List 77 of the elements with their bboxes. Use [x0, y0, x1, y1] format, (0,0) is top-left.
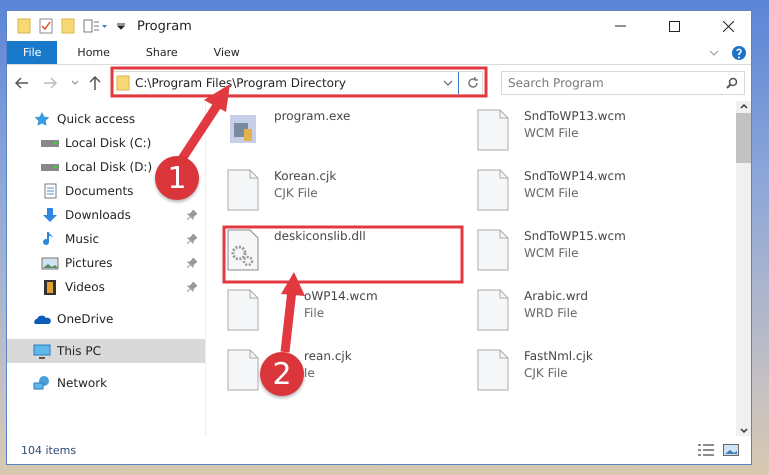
back-arrow-icon[interactable] [15, 77, 29, 89]
chevron-down-icon[interactable] [443, 79, 453, 87]
close-icon [722, 20, 734, 32]
view-options-icon[interactable] [83, 19, 109, 33]
file-name: SndToWP14.wcm [524, 169, 626, 183]
file-icon [476, 229, 510, 271]
drive-icon [41, 140, 59, 146]
scroll-up-icon[interactable] [738, 101, 748, 111]
file-icon [226, 169, 260, 211]
pin-icon[interactable] [187, 210, 197, 220]
sidebar-item[interactable]: OneDrive [7, 307, 114, 331]
file-icon [226, 349, 260, 391]
details-view-icon[interactable] [697, 443, 715, 457]
file-type: File [304, 306, 326, 320]
up-arrow-icon[interactable] [89, 76, 101, 90]
file-type: WCM File [524, 246, 580, 260]
file-name: FastNml.cjk [524, 349, 593, 363]
file-icon [476, 169, 510, 211]
pin-icon[interactable] [187, 234, 197, 244]
sidebar-item[interactable]: Local Disk (C:) [7, 131, 152, 155]
search-icon [726, 77, 738, 89]
scroll-down-icon[interactable] [738, 426, 748, 436]
pin-icon[interactable] [187, 282, 197, 292]
ribbon-tab[interactable]: File [7, 41, 58, 64]
address-path: C:\Program Files\Program Directory [135, 76, 348, 90]
sidebar-item[interactable]: Documents [7, 179, 134, 203]
sidebar-item[interactable]: Pictures [7, 251, 205, 275]
file-name: program.exe [274, 109, 350, 123]
sidebar-item[interactable]: Videos [7, 275, 205, 299]
maximize-icon [668, 20, 680, 32]
file-name: deskiconslib.dll [274, 229, 366, 243]
folder-icon [61, 18, 75, 34]
file-type: WCM File [524, 126, 580, 140]
file-name: rean.cjk [304, 349, 352, 363]
ribbon-tab[interactable]: Share [130, 41, 194, 64]
sidebar-item[interactable]: Music [7, 227, 205, 251]
file-icon [226, 289, 260, 331]
monitor-icon [33, 343, 51, 359]
film-icon [41, 279, 59, 295]
folder-icon [116, 75, 130, 91]
thumbnail-view-icon[interactable] [723, 443, 739, 457]
file-type: CJK File [274, 186, 319, 200]
sidebar-item[interactable]: Downloads [7, 203, 205, 227]
properties-icon[interactable] [39, 18, 53, 34]
ribbon-tab[interactable]: View [198, 41, 256, 64]
file-name: SndToWP13.wcm [524, 109, 626, 123]
file-icon [476, 289, 510, 331]
pin-icon[interactable] [187, 258, 197, 268]
network-icon [33, 375, 51, 391]
minimize-icon [614, 25, 626, 27]
file-name: oWP14.wcm [304, 289, 378, 303]
file-name: SndToWP15.wcm [524, 229, 626, 243]
gear-file-icon [226, 229, 260, 271]
pictures-icon [41, 255, 59, 271]
file-type: WRD File [524, 306, 578, 320]
download-arrow-icon [41, 207, 59, 223]
sidebar-item[interactable]: Network [7, 371, 108, 395]
sidebar-item[interactable]: Local Disk (D:) [7, 155, 152, 179]
file-icon [476, 109, 510, 151]
scrollbar-thumb[interactable] [736, 113, 751, 163]
sidebar-item[interactable]: This PC [7, 339, 205, 363]
file-type: le [304, 366, 316, 380]
recent-dropdown-icon[interactable] [71, 80, 79, 86]
folder-icon [17, 18, 31, 34]
file-name: Korean.cjk [274, 169, 336, 183]
ribbon-tab[interactable]: Home [61, 41, 126, 64]
star-icon [33, 111, 51, 127]
dropdown-icon[interactable] [117, 22, 125, 30]
file-icon [476, 349, 510, 391]
sidebar-item[interactable]: Quick access [7, 107, 136, 131]
search-field[interactable]: Search Program [501, 71, 745, 95]
file-type: WCM File [524, 186, 580, 200]
drive-icon [41, 164, 59, 170]
item-count: 104 items [21, 444, 78, 456]
file-name: Arabic.wrd [524, 289, 588, 303]
window-title: Program [137, 18, 193, 34]
file-type: CJK File [524, 366, 569, 380]
